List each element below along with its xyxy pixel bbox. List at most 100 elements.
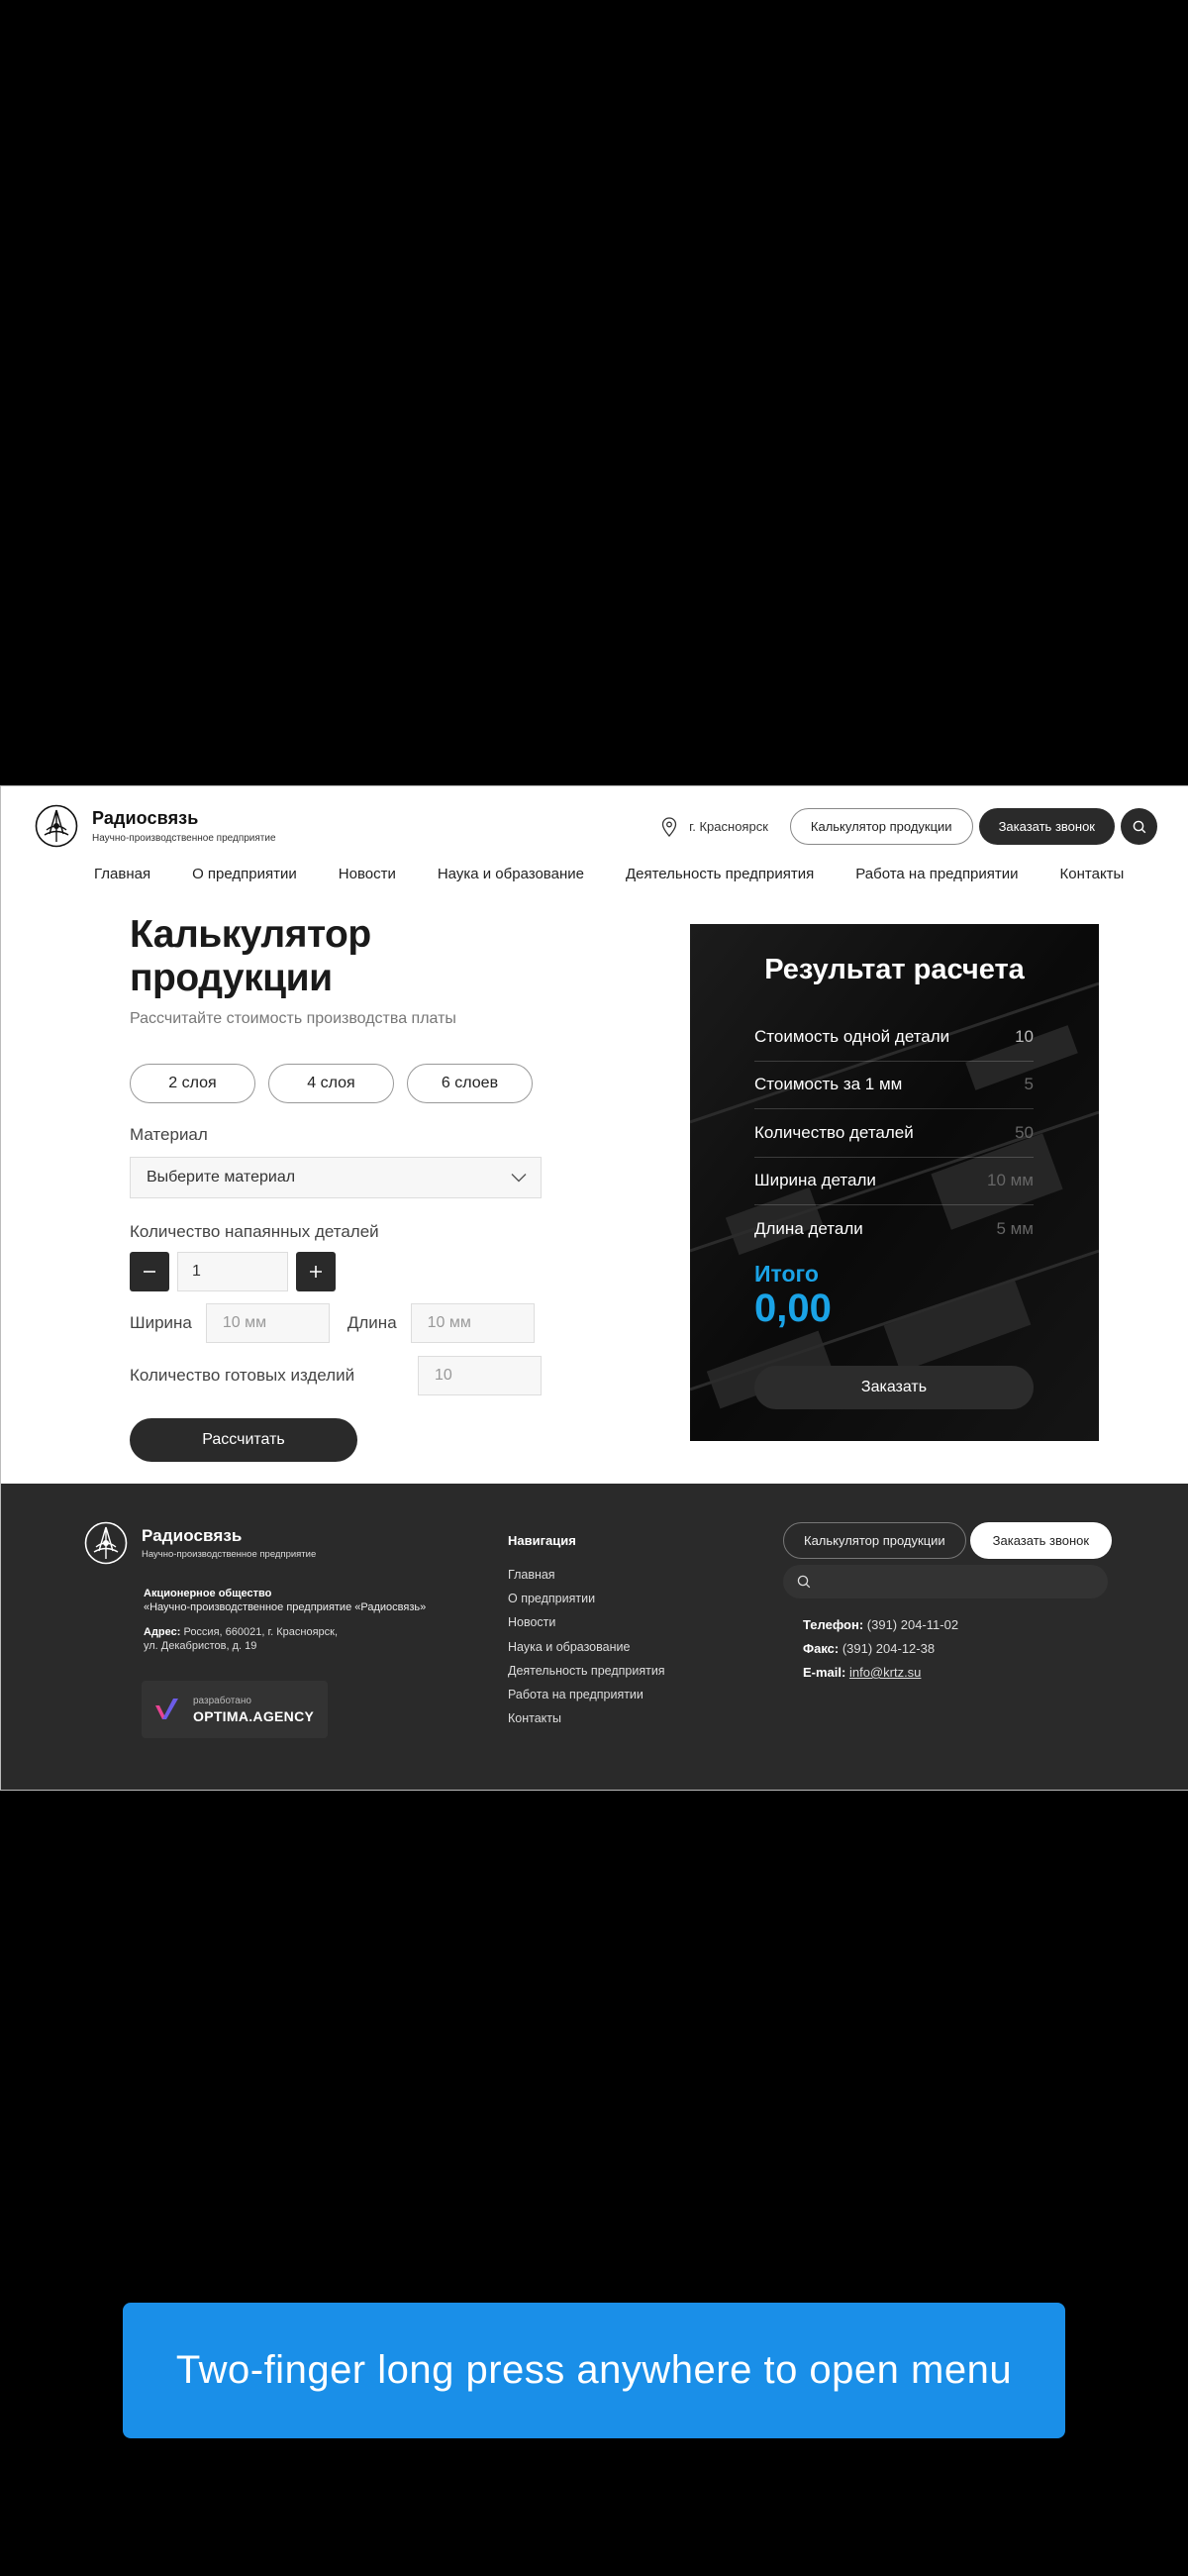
contacts: Телефон: (391) 204-11-02 Факс: (391) 204… — [803, 1613, 1112, 1685]
length-input[interactable]: 10 мм — [410, 1303, 535, 1343]
result-row-label: Стоимость одной детали — [754, 1026, 950, 1046]
footer-nav-news[interactable]: Новости — [508, 1615, 665, 1639]
result-row: Стоимость одной детали 10 — [754, 1013, 1034, 1062]
phone-label: Телефон: — [803, 1617, 864, 1632]
fax-label: Факс: — [803, 1641, 840, 1656]
page-subtitle: Рассчитайте стоимость производства платы — [130, 1010, 456, 1027]
result-row-label: Стоимость за 1 мм — [754, 1075, 903, 1094]
page-title: Калькулятор продукции — [130, 913, 371, 999]
phone-line: Телефон: (391) 204-11-02 — [803, 1613, 1112, 1637]
calculate-button[interactable]: Рассчитать — [130, 1418, 357, 1462]
fax-line: Факс: (391) 204-12-38 — [803, 1637, 1112, 1661]
nav-item-home[interactable]: Главная — [94, 866, 150, 882]
city-selector[interactable]: г. Красноярск — [661, 816, 768, 837]
developer-badge[interactable]: разработано OPTIMA.AGENCY — [142, 1681, 328, 1738]
count-row: Количество готовых изделий 10 — [130, 1356, 542, 1395]
layer-option-2[interactable]: 2 слоя — [130, 1064, 255, 1103]
nav-item-careers[interactable]: Работа на предприятии — [855, 866, 1018, 882]
search-icon — [797, 1575, 811, 1589]
result-row-label: Длина детали — [754, 1219, 863, 1239]
result-row-value: 5 мм — [996, 1219, 1034, 1239]
nav-item-about[interactable]: О предприятии — [192, 866, 297, 882]
nav-item-science[interactable]: Наука и образование — [438, 866, 584, 882]
address-line-1: Россия, 660021, г. Красноярск, — [180, 1626, 339, 1638]
order-button[interactable]: Заказать — [754, 1366, 1034, 1409]
result-row: Ширина детали 10 мм — [754, 1158, 1034, 1205]
company-type: Акционерное общество — [144, 1588, 272, 1599]
developer-name: OPTIMA.AGENCY — [193, 1707, 315, 1724]
increment-button[interactable] — [296, 1252, 336, 1291]
result-row: Количество деталей 50 — [754, 1109, 1034, 1158]
brand-name: Радиосвязь — [92, 808, 199, 828]
layer-options: 2 слоя 4 слоя 6 слоев — [130, 1064, 545, 1103]
site-header: Радиосвязь Научно-производственное предп… — [1, 786, 1188, 895]
footer-actions: Калькулятор продукции Заказать звонок Те… — [783, 1522, 1113, 1685]
footer-brand-name: Радиосвязь — [142, 1526, 243, 1545]
logo-emblem-icon — [35, 804, 78, 848]
quantity-stepper: 1 — [130, 1252, 545, 1291]
footer-callback-button[interactable]: Заказать звонок — [969, 1522, 1113, 1559]
footer-nav-title: Навигация — [508, 1533, 576, 1548]
result-row-label: Ширина детали — [754, 1171, 876, 1190]
decrement-button[interactable] — [130, 1252, 169, 1291]
footer-nav-about[interactable]: О предприятии — [508, 1592, 665, 1615]
email-link[interactable]: info@krtz.su — [849, 1665, 921, 1680]
layer-option-4[interactable]: 4 слоя — [268, 1064, 394, 1103]
brand-subtitle: Научно-производственное предприятие — [92, 833, 276, 844]
address-label: Адрес: — [144, 1626, 181, 1638]
search-button[interactable] — [1121, 808, 1157, 845]
width-label: Ширина — [130, 1313, 192, 1332]
footer-brand-subtitle: Научно-производственное предприятие — [142, 1549, 317, 1560]
calculator-form: Калькулятор продукции Рассчитайте стоимо… — [130, 913, 545, 1462]
email-line: E-mail: info@krtz.su — [803, 1661, 1112, 1685]
footer-nav-science[interactable]: Наука и образование — [508, 1640, 665, 1664]
material-select[interactable]: Выберите материал — [130, 1157, 542, 1198]
logo-emblem-icon — [84, 1521, 128, 1565]
layer-option-6[interactable]: 6 слоев — [407, 1064, 533, 1103]
optima-logo-icon — [155, 1699, 178, 1719]
main-nav: Главная О предприятии Новости Наука и об… — [94, 866, 1124, 882]
quantity-input[interactable]: 1 — [177, 1252, 288, 1291]
total-value: 0,00 — [754, 1287, 832, 1330]
chevron-down-icon — [511, 1174, 527, 1183]
page: Радиосвязь Научно-производственное предп… — [0, 785, 1188, 1791]
count-label: Количество готовых изделий — [130, 1366, 355, 1385]
location-pin-icon — [661, 816, 677, 837]
result-title: Результат расчета — [764, 954, 1025, 985]
result-row: Длина детали 5 мм — [754, 1205, 1034, 1254]
width-input[interactable]: 10 мм — [205, 1303, 330, 1343]
company-address: Адрес: Россия, 660021, г. Красноярск, ул… — [144, 1625, 338, 1653]
search-icon — [1133, 820, 1145, 833]
footer-nav-careers[interactable]: Работа на предприятии — [508, 1688, 665, 1711]
minus-icon — [144, 1271, 155, 1273]
site-footer: Радиосвязь Научно-производственное предп… — [1, 1484, 1188, 1790]
footer-calculator-button[interactable]: Калькулятор продукции — [783, 1522, 966, 1559]
footer-nav-home[interactable]: Главная — [508, 1568, 665, 1592]
logo[interactable]: Радиосвязь Научно-производственное предп… — [35, 804, 276, 848]
nav-item-news[interactable]: Новости — [339, 866, 396, 882]
developer-caption: разработано — [193, 1695, 251, 1706]
fax-value: (391) 204-12-38 — [839, 1641, 936, 1656]
company-info: Акционерное общество «Научно-производств… — [144, 1587, 426, 1614]
city-label: г. Красноярск — [689, 819, 768, 834]
quantity-label: Количество напаянных деталей — [130, 1222, 379, 1241]
callback-button[interactable]: Заказать звонок — [978, 808, 1115, 845]
footer-nav: Навигация Главная О предприятии Новости … — [508, 1533, 665, 1735]
plus-icon — [310, 1266, 322, 1278]
count-input[interactable]: 10 — [418, 1356, 542, 1395]
result-row-label: Количество деталей — [754, 1122, 914, 1142]
result-row-value: 5 — [1024, 1075, 1034, 1094]
email-label: E-mail: — [803, 1665, 846, 1680]
footer-nav-activity[interactable]: Деятельность предприятия — [508, 1664, 665, 1688]
total-label: Итого — [754, 1261, 819, 1287]
nav-item-activity[interactable]: Деятельность предприятия — [626, 866, 814, 882]
footer-logo[interactable]: Радиосвязь Научно-производственное предп… — [84, 1521, 316, 1565]
nav-item-contacts[interactable]: Контакты — [1060, 866, 1125, 882]
calculator-button[interactable]: Калькулятор продукции — [789, 808, 973, 845]
footer-nav-contacts[interactable]: Контакты — [508, 1711, 665, 1735]
company-name: «Научно-производственное предприятие «Ра… — [144, 1601, 427, 1613]
result-row: Стоимость за 1 мм 5 — [754, 1062, 1034, 1109]
result-row-value: 10 — [1015, 1026, 1034, 1046]
phone-value[interactable]: (391) 204-11-02 — [863, 1617, 958, 1632]
footer-search-input[interactable] — [783, 1565, 1108, 1598]
